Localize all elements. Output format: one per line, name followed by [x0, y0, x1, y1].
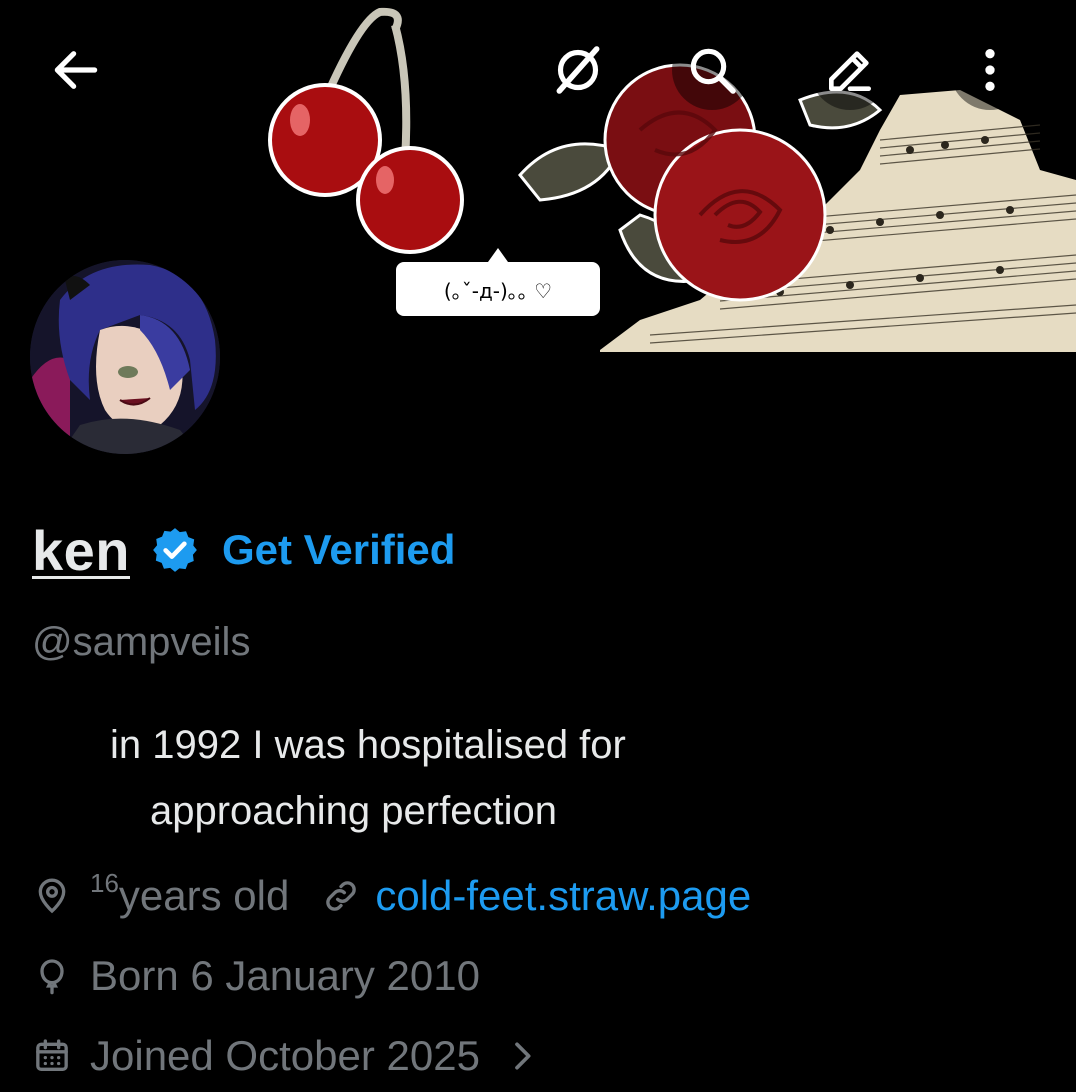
- chevron-right-icon[interactable]: [502, 1036, 542, 1076]
- sticker-text: (｡ˇ-д-)｡｡ ♡: [444, 279, 552, 303]
- search-button[interactable]: [672, 30, 752, 110]
- get-verified-link[interactable]: Get Verified: [222, 526, 455, 574]
- cherry-right: [356, 146, 464, 254]
- location-website-row: 16years old cold-feet.straw.page: [32, 868, 751, 920]
- search-icon: [690, 48, 736, 94]
- username-handle: @sampveils: [32, 620, 251, 664]
- profile-name-row: ken Get Verified: [32, 512, 455, 588]
- bio-line-1: in 1992 I was hospitalised for: [110, 723, 626, 767]
- verified-badge-icon[interactable]: [150, 525, 200, 575]
- bio-line-2: approaching perfection: [150, 789, 557, 833]
- top-bar: [0, 0, 1076, 140]
- link-icon: [326, 881, 357, 911]
- avatar[interactable]: [30, 260, 220, 454]
- location-superscript: 16: [90, 868, 119, 898]
- back-button[interactable]: [36, 30, 116, 110]
- location-pin-icon: [38, 878, 66, 914]
- more-vertical-icon: [985, 49, 995, 91]
- more-button[interactable]: [950, 30, 1030, 110]
- avatar-image: [30, 260, 220, 454]
- website-link[interactable]: cold-feet.straw.page: [375, 872, 751, 920]
- display-name: ken: [32, 518, 130, 582]
- birthday-row: Born 6 January 2010: [32, 952, 480, 1000]
- balloon-icon: [40, 959, 64, 995]
- grok-button[interactable]: [538, 30, 618, 110]
- edit-button[interactable]: [810, 30, 890, 110]
- joined-row[interactable]: Joined October 2025: [32, 1032, 542, 1080]
- location-text: 16years old: [90, 868, 290, 919]
- grok-icon: [556, 46, 600, 94]
- arrow-left-icon: [54, 51, 98, 89]
- calendar-icon: [36, 1039, 68, 1071]
- edit-icon: [829, 51, 871, 91]
- birth-date: Born 6 January 2010: [90, 952, 480, 999]
- join-date: Joined October 2025: [90, 1032, 480, 1079]
